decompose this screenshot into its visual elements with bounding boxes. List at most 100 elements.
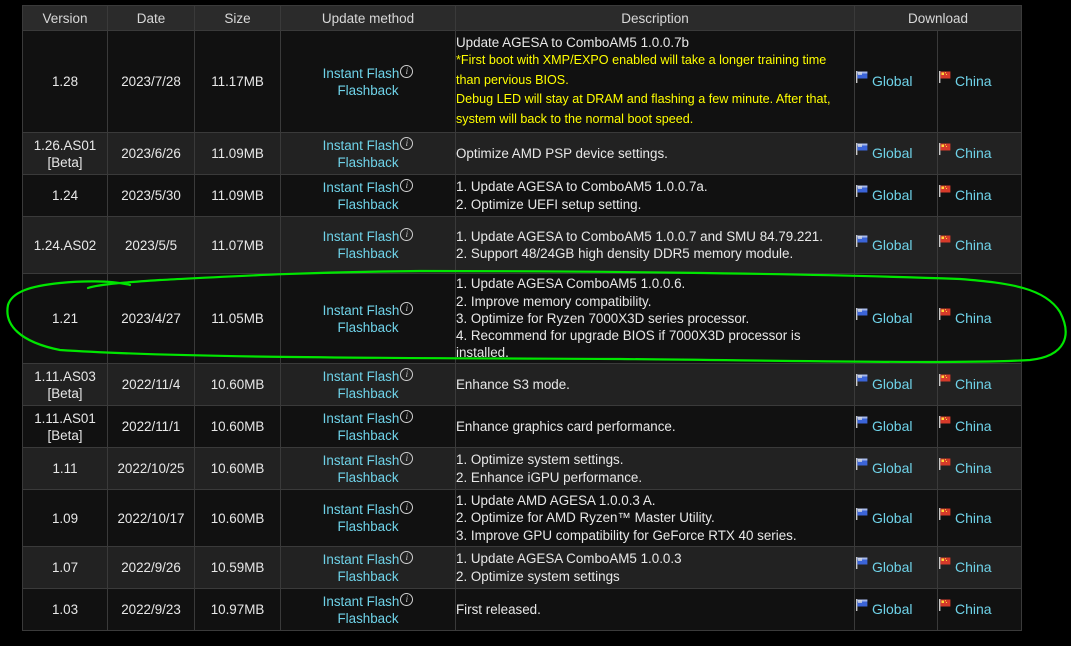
- global-label: Global: [872, 236, 913, 253]
- description-line: Update AGESA to ComboAM5 1.0.0.7b: [456, 34, 689, 50]
- info-icon[interactable]: i: [400, 367, 414, 381]
- description-line: Optimize AMD PSP device settings.: [456, 145, 668, 161]
- download-china-link[interactable]: China: [938, 557, 992, 575]
- download-global-link[interactable]: Global: [855, 71, 912, 89]
- download-global-cell: Global: [854, 447, 938, 490]
- china-flag-icon: [939, 416, 951, 428]
- description-warning-line: Debug LED will stay at DRAM and flashing…: [456, 92, 831, 126]
- download-china-link[interactable]: China: [938, 416, 992, 434]
- global-flag-icon: [856, 458, 868, 470]
- download-china-link[interactable]: China: [938, 71, 992, 89]
- download-global-link[interactable]: Global: [855, 599, 912, 617]
- flashback-link[interactable]: Flashback: [337, 569, 398, 584]
- download-global-link[interactable]: Global: [855, 374, 912, 392]
- download-global-cell: Global: [854, 489, 938, 547]
- download-china-link[interactable]: China: [938, 308, 992, 326]
- instant-flash-link[interactable]: Instant Flash: [323, 369, 400, 384]
- header-version: Version: [22, 5, 108, 31]
- description-line: 3. Improve GPU compatibility for GeForce…: [456, 527, 797, 543]
- flashback-link[interactable]: Flashback: [337, 197, 398, 212]
- table-row: 1.28 2023/7/28 11.17MB Instant Flash i Fl…: [22, 30, 1023, 133]
- china-label: China: [955, 376, 992, 392]
- info-icon[interactable]: i: [400, 301, 414, 315]
- download-global-link[interactable]: Global: [855, 143, 912, 161]
- instant-flash-link[interactable]: Instant Flash: [323, 502, 400, 517]
- download-global-link[interactable]: Global: [855, 416, 913, 434]
- download-china-link[interactable]: China: [938, 185, 992, 203]
- update-method-cell: Instant Flash i Flashback: [280, 363, 456, 406]
- download-china-link[interactable]: China: [938, 458, 992, 476]
- info-icon[interactable]: i: [400, 501, 414, 514]
- info-icon[interactable]: i: [400, 550, 414, 564]
- global-flag-icon: [856, 71, 868, 83]
- flashback-link[interactable]: Flashback: [337, 83, 398, 98]
- global-label: Global: [872, 187, 913, 203]
- flashback-link[interactable]: Flashback: [337, 246, 398, 261]
- download-china-cell: China: [936, 588, 1023, 631]
- flashback-link[interactable]: Flashback: [337, 320, 398, 335]
- instant-flash-link[interactable]: Instant Flash: [323, 594, 400, 609]
- download-china-link[interactable]: China: [938, 599, 992, 617]
- size-cell: 10.60MB: [194, 447, 281, 490]
- china-label: China: [955, 418, 992, 434]
- download-china-link[interactable]: China: [938, 507, 992, 526]
- info-icon[interactable]: i: [400, 228, 414, 241]
- instant-flash-link[interactable]: Instant Flash: [323, 138, 400, 153]
- instant-flash-link[interactable]: Instant Flash: [323, 411, 400, 426]
- download-china-cell: China: [936, 447, 1023, 490]
- instant-flash-link[interactable]: Instant Flash: [323, 303, 400, 318]
- version-label: 1.03: [51, 602, 79, 617]
- download-global-cell: Global: [854, 216, 938, 274]
- flashback-link[interactable]: Flashback: [337, 611, 398, 626]
- flashback-link[interactable]: Flashback: [337, 386, 398, 401]
- instant-flash-link[interactable]: Instant Flash: [323, 552, 400, 567]
- info-icon[interactable]: i: [400, 451, 414, 465]
- header-update-method: Update method: [280, 5, 456, 31]
- info-icon[interactable]: i: [400, 178, 414, 192]
- beta-label: [Beta]: [47, 154, 83, 170]
- flashback-link[interactable]: Flashback: [337, 470, 398, 485]
- description-warning-line: *First boot with XMP/EXPO enabled will t…: [456, 53, 827, 87]
- version-cell: 1.28: [22, 30, 108, 133]
- global-label: Global: [872, 418, 913, 434]
- description-cell: First released.: [455, 588, 855, 631]
- download-china-link[interactable]: China: [938, 374, 992, 392]
- table-row: 1.03 2022/9/23 10.97MB Instant Flash i Fl…: [22, 588, 1023, 631]
- size-cell: 11.17MB: [194, 30, 281, 133]
- version-label: 1.26.AS01: [33, 137, 97, 153]
- instant-flash-link[interactable]: Instant Flash: [323, 229, 400, 244]
- header-description: Description: [455, 5, 855, 31]
- version-label: 1.11: [52, 461, 78, 476]
- instant-flash-link[interactable]: Instant Flash: [323, 180, 400, 195]
- table-row: 1.11 2022/10/25 10.60MB Instant Flash i F…: [22, 447, 1023, 490]
- description-line: 1. Update AGESA ComboAM5 1.0.0.3: [456, 551, 682, 567]
- flashback-link[interactable]: Flashback: [337, 519, 398, 534]
- date-cell: 2023/4/27: [107, 273, 195, 364]
- download-global-link[interactable]: Global: [855, 234, 913, 253]
- china-flag-icon: [939, 557, 951, 569]
- download-global-link[interactable]: Global: [855, 185, 913, 203]
- china-flag-icon: [939, 507, 951, 520]
- flashback-link[interactable]: Flashback: [337, 155, 398, 170]
- china-flag-icon: [939, 234, 951, 247]
- instant-flash-link[interactable]: Instant Flash: [323, 66, 400, 81]
- instant-flash-link[interactable]: Instant Flash: [323, 453, 400, 468]
- version-label: 1.11.AS01: [34, 410, 96, 426]
- download-global-link[interactable]: Global: [855, 557, 912, 575]
- info-icon[interactable]: i: [400, 136, 414, 150]
- flashback-link[interactable]: Flashback: [337, 428, 398, 443]
- download-global-link[interactable]: Global: [855, 507, 912, 526]
- download-global-link[interactable]: Global: [855, 308, 912, 326]
- download-china-link[interactable]: China: [938, 234, 992, 253]
- date-cell: 2022/10/17: [107, 489, 195, 547]
- description-line: 1. Optimize system settings.: [456, 452, 624, 468]
- info-icon[interactable]: i: [400, 64, 414, 78]
- info-icon[interactable]: i: [400, 592, 414, 606]
- version-cell: 1.26.AS01 [Beta]: [22, 132, 108, 175]
- global-flag-icon: [856, 185, 868, 197]
- download-china-link[interactable]: China: [938, 143, 992, 161]
- date-cell: 2023/5/5: [107, 216, 195, 274]
- download-global-link[interactable]: Global: [855, 458, 912, 476]
- size-cell: 11.07MB: [194, 216, 281, 274]
- info-icon[interactable]: i: [400, 409, 414, 423]
